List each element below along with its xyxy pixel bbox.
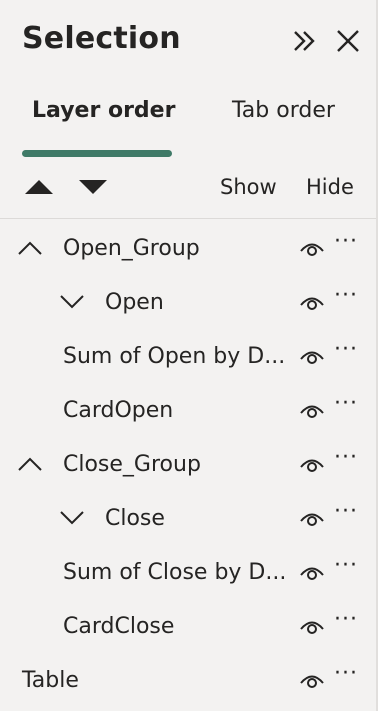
chevron-down-icon — [60, 295, 84, 309]
layer-label: Open_Group — [63, 236, 200, 261]
selection-pane: Selection Layer order Tab order Show Hid… — [0, 0, 378, 711]
more-options-button[interactable]: ··· — [331, 499, 361, 527]
expand-group-button[interactable] — [58, 506, 86, 530]
layer-row[interactable]: Open_Group ··· — [0, 222, 376, 276]
layer-row[interactable]: CardOpen ··· — [0, 384, 376, 438]
layer-label: Close — [105, 506, 165, 531]
close-pane-button[interactable] — [331, 24, 365, 58]
visibility-toggle[interactable] — [297, 559, 327, 585]
eye-icon — [300, 351, 324, 364]
layer-label: Close_Group — [63, 452, 201, 477]
collapse-group-button[interactable] — [16, 236, 44, 260]
more-options-button[interactable]: ··· — [331, 445, 361, 473]
chevron-up-icon — [18, 241, 42, 255]
layer-label: CardOpen — [63, 398, 174, 423]
visibility-toggle[interactable] — [297, 289, 327, 315]
triangle-down-icon — [79, 180, 107, 194]
eye-icon — [300, 513, 324, 526]
chevron-down-icon — [60, 511, 84, 525]
eye-icon — [300, 675, 324, 688]
close-icon — [337, 30, 359, 52]
more-options-button[interactable]: ··· — [331, 337, 361, 365]
eye-icon — [300, 567, 324, 580]
layer-row[interactable]: Close ··· — [0, 492, 376, 546]
chevron-up-icon — [18, 457, 42, 471]
layer-label: Sum of Close by D... — [63, 560, 287, 585]
move-down-button[interactable] — [76, 176, 110, 198]
more-options-button[interactable]: ··· — [331, 229, 361, 257]
more-options-button[interactable]: ··· — [331, 283, 361, 311]
visibility-toggle[interactable] — [297, 451, 327, 477]
layer-label: Sum of Open by D... — [63, 344, 286, 369]
visibility-toggle[interactable] — [297, 397, 327, 423]
layer-row[interactable]: Sum of Close by D... ··· — [0, 546, 376, 600]
more-options-button[interactable]: ··· — [331, 661, 361, 689]
layer-row[interactable]: Open ··· — [0, 276, 376, 330]
more-options-button[interactable]: ··· — [331, 607, 361, 635]
divider — [0, 218, 376, 219]
layer-label: Table — [22, 668, 79, 693]
eye-icon — [300, 621, 324, 634]
double-chevron-right-icon — [294, 31, 315, 51]
visibility-toggle[interactable] — [297, 667, 327, 693]
visibility-toggle[interactable] — [297, 613, 327, 639]
collapse-group-button[interactable] — [16, 452, 44, 476]
show-all-button[interactable]: Show — [220, 175, 277, 199]
layer-row[interactable]: Close_Group ··· — [0, 438, 376, 492]
pane-title: Selection — [22, 21, 181, 56]
eye-icon — [300, 297, 324, 310]
layer-row[interactable]: Sum of Open by D... ··· — [0, 330, 376, 384]
active-tab-indicator — [22, 150, 172, 157]
expand-pane-button[interactable] — [288, 24, 322, 58]
tab-layer-order[interactable]: Layer order — [32, 98, 175, 123]
visibility-toggle[interactable] — [297, 235, 327, 261]
hide-all-button[interactable]: Hide — [306, 175, 354, 199]
visibility-toggle[interactable] — [297, 343, 327, 369]
layer-label: Open — [105, 290, 164, 315]
layer-row[interactable]: Table ··· — [0, 654, 376, 708]
visibility-toggle[interactable] — [297, 505, 327, 531]
eye-icon — [300, 459, 324, 472]
eye-icon — [300, 405, 324, 418]
move-up-button[interactable] — [22, 176, 56, 198]
expand-group-button[interactable] — [58, 290, 86, 314]
eye-icon — [300, 243, 324, 256]
triangle-up-icon — [25, 180, 53, 194]
tab-tab-order[interactable]: Tab order — [232, 98, 335, 123]
more-options-button[interactable]: ··· — [331, 391, 361, 419]
layer-row[interactable]: CardClose ··· — [0, 600, 376, 654]
more-options-button[interactable]: ··· — [331, 553, 361, 581]
layer-label: CardClose — [63, 614, 175, 639]
